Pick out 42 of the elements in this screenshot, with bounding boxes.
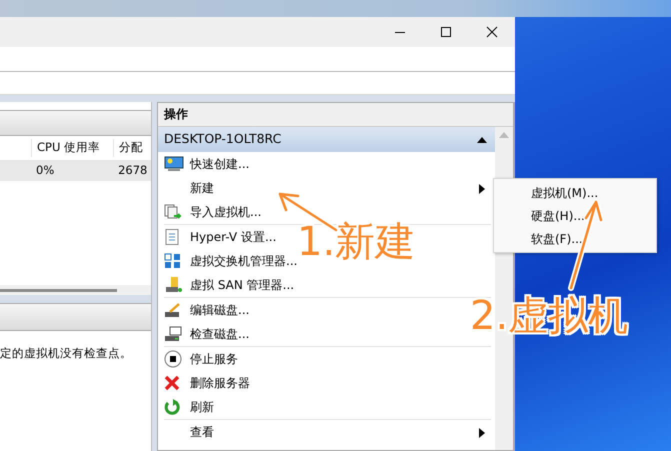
horizontal-scrollbar[interactable] <box>0 285 151 295</box>
disk-inspect-icon <box>164 326 182 342</box>
action-item[interactable]: 删除服务器 <box>158 371 260 395</box>
action-item[interactable]: 编辑磁盘... <box>158 298 260 322</box>
server-group-header[interactable]: DESKTOP-1OLT8RC <box>158 127 495 152</box>
submenu-item[interactable]: 软盘(F)... <box>494 227 656 250</box>
network-switch-icon <box>164 253 182 269</box>
submenu-arrow-icon <box>479 184 485 194</box>
maximize-icon <box>440 26 452 38</box>
import-document-icon <box>164 204 182 220</box>
monitor-icon <box>164 156 184 172</box>
vm-row[interactable]: 0% 2678 <box>0 161 151 181</box>
table-cell-text: 2678 <box>117 162 148 180</box>
checkpoint-message: 定的虚拟机没有检查点。 <box>0 345 133 362</box>
column-header[interactable]: CPU 使用率 <box>31 139 114 157</box>
action-item[interactable]: 导入虚拟机... <box>158 200 272 224</box>
action-item[interactable]: 停止服务 <box>158 347 248 371</box>
delete-icon <box>164 375 180 391</box>
action-item[interactable]: Hyper-V 设置... <box>158 225 286 249</box>
stop-icon <box>164 350 182 368</box>
submenu-item[interactable]: 硬盘(H)... <box>494 204 656 227</box>
close-icon <box>486 26 498 38</box>
table-cell-text: 0% <box>35 162 56 180</box>
scrollbar-thumb[interactable] <box>0 288 117 292</box>
settings-document-icon <box>164 229 180 245</box>
actions-title: 操作 <box>158 103 513 127</box>
column-header[interactable]: 分配 <box>113 139 152 157</box>
action-item[interactable]: 快速创建... <box>158 152 260 176</box>
action-item[interactable]: 检查磁盘... <box>158 322 260 346</box>
disk-edit-icon <box>164 302 182 318</box>
server-name: DESKTOP-1OLT8RC <box>164 130 282 148</box>
submenu-arrow-icon <box>479 428 485 438</box>
action-item[interactable]: 新建 <box>158 176 495 200</box>
action-item[interactable]: 虚拟 SAN 管理器... <box>158 273 304 297</box>
action-item[interactable]: 查看 <box>158 420 495 444</box>
annotation-label: 1.新建 <box>297 222 416 262</box>
refresh-icon <box>164 399 180 415</box>
storage-device-icon <box>164 277 182 293</box>
action-item[interactable]: 刷新 <box>158 395 224 419</box>
submenu-item[interactable]: 虚拟机(M)... <box>494 181 656 204</box>
collapse-caret-icon[interactable] <box>477 136 487 143</box>
scroll-up-icon[interactable] <box>499 131 509 139</box>
